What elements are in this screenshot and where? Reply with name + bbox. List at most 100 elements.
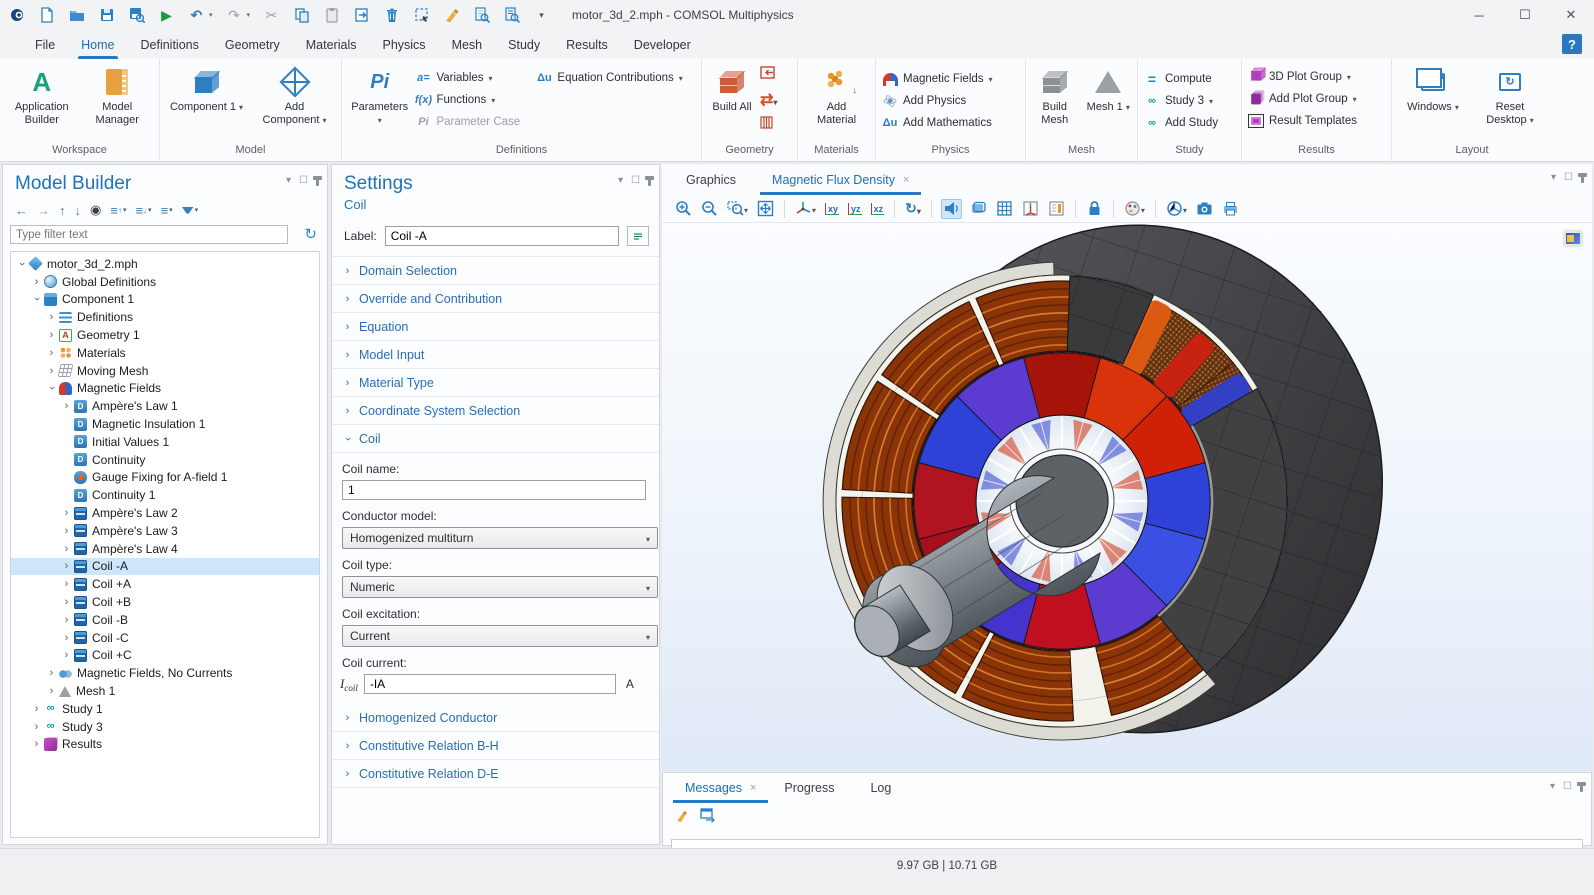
add-physics-button[interactable]: Add Physics [882,92,993,110]
add-mathematics-button[interactable]: ΔuAdd Mathematics [882,114,993,132]
coil-type-select[interactable]: Numeric [342,576,658,598]
parameters-button[interactable]: Pi Parameters [348,64,411,127]
label-input[interactable] [385,226,619,246]
show-icon[interactable]: ◉ [90,202,101,218]
tree-item[interactable]: Coil +C [11,647,319,665]
magnetic-fields-button[interactable]: Magnetic Fields [882,70,993,88]
minimize-button[interactable]: ─ [1456,0,1502,30]
tree-expander-icon[interactable] [60,400,73,412]
transfer-icon[interactable] [353,7,370,24]
tree-item[interactable]: Ampère's Law 2 [11,504,319,522]
back-icon[interactable]: ← [15,203,28,218]
menu-tab[interactable]: Geometry [212,30,293,59]
tree-item[interactable]: Magnetic Fields [11,380,319,398]
model-manager-button[interactable]: Model Manager [82,64,154,127]
float-panel-icon[interactable]: ☐ [299,175,308,186]
scene-light-icon[interactable] [941,199,962,219]
tree-item[interactable]: Gauge Fixing for A-field 1 [11,469,319,487]
tree-expander-icon[interactable] [45,329,58,341]
save-icon[interactable] [98,7,115,24]
graphics-tab[interactable]: Graphics [672,164,758,195]
tree-expander-icon[interactable] [60,649,73,661]
print-icon[interactable] [1221,199,1240,219]
zoom-in-icon[interactable] [674,199,693,219]
tree-expander-icon[interactable] [45,382,58,394]
tree-expander-icon[interactable] [30,276,43,288]
find-replace-icon[interactable] [503,7,520,24]
settings-section-header-coil[interactable]: Coil [332,425,659,453]
messages-tab[interactable]: Messages× [671,773,770,803]
tree-expander-icon[interactable] [30,293,43,305]
material-color-icon[interactable] [1123,199,1146,219]
menu-tab[interactable]: Physics [369,30,438,59]
menu-tab[interactable]: Definitions [128,30,212,59]
tree-item[interactable]: Study 3 [11,718,319,736]
forward-icon[interactable]: → [37,203,50,218]
menu-tab[interactable]: Materials [293,30,370,59]
tree-expander-icon[interactable] [45,667,58,679]
refresh-icon[interactable]: ↻ [304,225,317,243]
tree-item[interactable]: Coil +B [11,593,319,611]
tree-item[interactable]: Global Definitions [11,273,319,291]
view-yz-icon[interactable]: yz [847,199,863,219]
rebuild-icon[interactable]: ⇄ [760,90,777,110]
close-button[interactable]: ✕ [1548,0,1594,30]
plot-thumbnail-icon[interactable] [1564,231,1582,246]
clear-messages-icon[interactable] [675,808,690,828]
tree-expander-icon[interactable] [60,614,73,626]
tree-item[interactable]: Ampère's Law 1 [11,397,319,415]
menu-tab[interactable]: Results [553,30,621,59]
pin-icon[interactable] [316,176,319,186]
chevron-down-icon[interactable]: ▾ [286,175,291,186]
pin-icon[interactable] [1581,173,1584,183]
clear-brush-icon[interactable] [443,7,460,24]
menu-tab[interactable]: File [22,30,68,59]
close-tab-icon[interactable]: × [750,782,756,794]
graphics-tab[interactable]: Magnetic Flux Density× [758,164,923,195]
tree-item[interactable]: Mesh 1 [11,682,319,700]
add-material-button[interactable]: Add Material [807,64,867,127]
tree-item[interactable]: Coil -A [11,558,319,576]
pin-icon[interactable] [1580,782,1583,792]
default-view-icon[interactable] [1021,199,1040,219]
zoom-box-icon[interactable] [726,199,749,219]
open-file-icon[interactable] [68,7,85,24]
tree-item[interactable]: motor_3d_2.mph [11,255,319,273]
float-panel-icon[interactable]: ☐ [631,175,640,186]
settings-section-header[interactable]: Constitutive Relation D-E [332,760,659,788]
compute-button[interactable]: =Compute [1144,70,1218,88]
add-plot-group-button[interactable]: Add Plot Group [1248,90,1357,108]
tree-expander-icon[interactable] [15,258,28,270]
open-messages-window-icon[interactable] [700,808,715,828]
rotate-icon[interactable]: ↻ [904,199,922,219]
tree-item[interactable]: Magnetic Fields, No Currents [11,664,319,682]
functions-button[interactable]: f(x)Functions [415,91,532,109]
tree-item[interactable]: Initial Values 1 [11,433,319,451]
windows-button[interactable]: Windows [1403,64,1463,114]
tree-expander-icon[interactable] [45,347,58,359]
menu-tab[interactable]: Developer [621,30,704,59]
help-button[interactable]: ? [1562,34,1582,54]
move-up-icon[interactable]: ↑ [59,203,66,218]
tree-expander-icon[interactable] [60,578,73,590]
tree-expander-icon[interactable] [60,525,73,537]
tree-expander-icon[interactable] [60,543,73,555]
new-file-icon[interactable] [38,7,55,24]
messages-tab[interactable]: Log [856,773,913,803]
tree-item[interactable]: Definitions [11,308,319,326]
settings-section-header[interactable]: Material Type [332,369,659,397]
show-grid-icon[interactable] [995,199,1014,219]
menu-tab[interactable]: Mesh [439,30,496,59]
settings-section-header[interactable]: Override and Contribution [332,285,659,313]
coil-name-input[interactable] [342,480,646,500]
chevron-down-icon[interactable]: ▾ [1551,172,1556,183]
qat-customize-icon[interactable]: ▾ [533,7,550,24]
tree-expander-icon[interactable] [60,560,73,572]
float-panel-icon[interactable]: ☐ [1563,781,1572,792]
float-panel-icon[interactable]: ☐ [1564,172,1573,183]
equation-contributions-button[interactable]: ΔuEquation Contributions [536,69,695,87]
pin-icon[interactable] [648,176,651,186]
zoom-out-icon[interactable] [700,199,719,219]
study-3-button[interactable]: ∞Study 3 [1144,92,1218,110]
tree-expander-icon[interactable] [45,685,58,697]
